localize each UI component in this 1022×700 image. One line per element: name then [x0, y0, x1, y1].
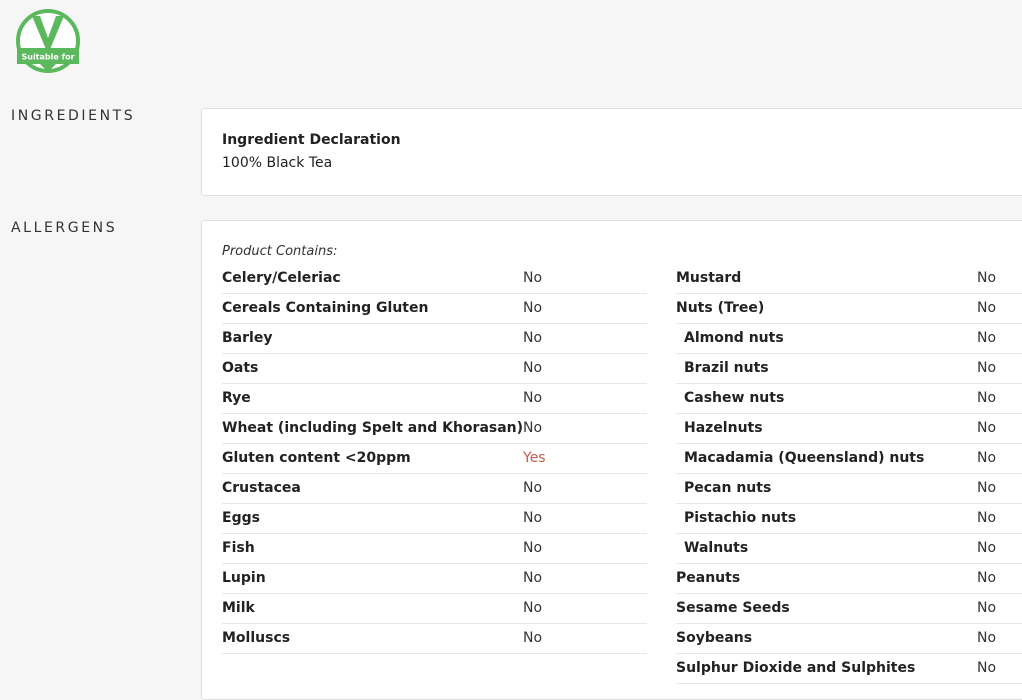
allergen-name: Wheat (including Spelt and Khorasan) [222, 420, 524, 436]
allergen-value: No [977, 420, 997, 436]
allergen-row: Macadamia (Queensland) nuts No [676, 444, 1022, 474]
allergen-value: No [977, 510, 997, 526]
allergen-value: No [977, 570, 997, 586]
allergen-value: No [977, 300, 997, 316]
allergen-name: Celery/Celeriac [222, 270, 341, 286]
allergen-value: No [977, 450, 997, 466]
allergen-row: Almond nuts No [676, 324, 1022, 354]
allergen-value: No [523, 630, 543, 646]
allergen-name: Barley [222, 330, 273, 346]
allergen-list-left: Celery/Celeriac No Cereals Containing Glut… [222, 264, 647, 654]
allergen-row: Nuts (Tree) No [676, 294, 1022, 324]
allergen-row: Gluten content <20ppm Yes [222, 444, 647, 474]
allergen-value: No [523, 540, 543, 556]
allergen-value: No [977, 480, 997, 496]
allergen-row: Fish No [222, 534, 647, 564]
allergen-row: Molluscs No [222, 624, 647, 654]
allergen-value: No [523, 330, 543, 346]
ingredients-heading: INGREDIENTS [11, 108, 136, 124]
allergen-value: No [523, 510, 543, 526]
allergen-value: No [977, 660, 997, 676]
allergen-row: Oats No [222, 354, 647, 384]
allergen-row: Cashew nuts No [676, 384, 1022, 414]
allergen-row: Sesame Seeds No [676, 594, 1022, 624]
allergen-name: Cereals Containing Gluten [222, 300, 429, 316]
allergen-name: Almond nuts [684, 330, 784, 346]
allergen-name: Gluten content <20ppm [222, 450, 411, 466]
allergen-value: No [523, 570, 543, 586]
allergens-card: Product Contains: Celery/Celeriac No Cerea… [201, 220, 1022, 700]
allergen-name: Milk [222, 600, 255, 616]
allergen-name: Sulphur Dioxide and Sulphites [676, 660, 916, 676]
allergen-value: No [523, 480, 543, 496]
allergen-value: Yes [523, 450, 546, 466]
allergen-name: Macadamia (Queensland) nuts [684, 450, 925, 466]
badge-text: Suitable for [21, 53, 74, 62]
allergen-row: Brazil nuts No [676, 354, 1022, 384]
allergen-row: Wheat (including Spelt and Khorasan) No [222, 414, 647, 444]
ingredients-card: Ingredient Declaration 100% Black Tea [201, 108, 1022, 196]
allergen-value: No [523, 420, 543, 436]
allergen-row: Eggs No [222, 504, 647, 534]
allergen-value: No [977, 630, 997, 646]
allergen-name: Pecan nuts [684, 480, 772, 496]
allergen-name: Soybeans [676, 630, 753, 646]
allergen-name: Nuts (Tree) [676, 300, 765, 316]
allergen-name: Pistachio nuts [684, 510, 797, 526]
allergen-name: Sesame Seeds [676, 600, 790, 616]
allergen-value: No [977, 540, 997, 556]
allergen-row: Lupin No [222, 564, 647, 594]
allergen-row: Sulphur Dioxide and Sulphites No [676, 654, 1022, 684]
allergen-value: No [977, 270, 997, 286]
allergen-value: No [977, 330, 997, 346]
allergen-row: Rye No [222, 384, 647, 414]
allergen-name: Crustacea [222, 480, 301, 496]
allergen-name: Cashew nuts [684, 390, 785, 406]
allergen-row: Walnuts No [676, 534, 1022, 564]
allergen-name: Walnuts [684, 540, 749, 556]
allergen-row: Pecan nuts No [676, 474, 1022, 504]
allergens-heading: ALLERGENS [11, 220, 118, 236]
allergen-name: Fish [222, 540, 255, 556]
allergen-list-right: Mustard No Nuts (Tree) No Almond nuts No Brazi… [676, 264, 1022, 684]
allergen-value: No [523, 270, 543, 286]
ingredient-declaration-value: 100% Black Tea [222, 155, 333, 171]
allergen-name: Hazelnuts [684, 420, 763, 436]
product-contains-label: Product Contains: [222, 244, 338, 259]
allergen-row: Crustacea No [222, 474, 647, 504]
allergen-row: Hazelnuts No [676, 414, 1022, 444]
allergen-value: No [523, 300, 543, 316]
allergen-name: Brazil nuts [684, 360, 769, 376]
allergen-value: No [523, 600, 543, 616]
allergen-value: No [977, 600, 997, 616]
allergen-value: No [523, 360, 543, 376]
allergen-row: Mustard No [676, 264, 1022, 294]
allergen-row: Pistachio nuts No [676, 504, 1022, 534]
allergen-name: Lupin [222, 570, 266, 586]
vegan-v-icon: Suitable for [16, 9, 80, 73]
allergen-row: Soybeans No [676, 624, 1022, 654]
allergen-name: Peanuts [676, 570, 741, 586]
allergen-row: Barley No [222, 324, 647, 354]
allergen-name: Mustard [676, 270, 742, 286]
allergen-value: No [977, 360, 997, 376]
allergen-row: Milk No [222, 594, 647, 624]
allergen-name: Oats [222, 360, 259, 376]
allergen-name: Rye [222, 390, 251, 406]
allergen-row: Celery/Celeriac No [222, 264, 647, 294]
allergen-row: Peanuts No [676, 564, 1022, 594]
allergen-value: No [523, 390, 543, 406]
allergen-name: Eggs [222, 510, 260, 526]
allergen-row: Cereals Containing Gluten No [222, 294, 647, 324]
allergen-value: No [977, 390, 997, 406]
allergen-name: Molluscs [222, 630, 291, 646]
ingredient-declaration-title: Ingredient Declaration [222, 132, 401, 148]
suitable-for-vegan-badge: Suitable for [15, 8, 81, 74]
